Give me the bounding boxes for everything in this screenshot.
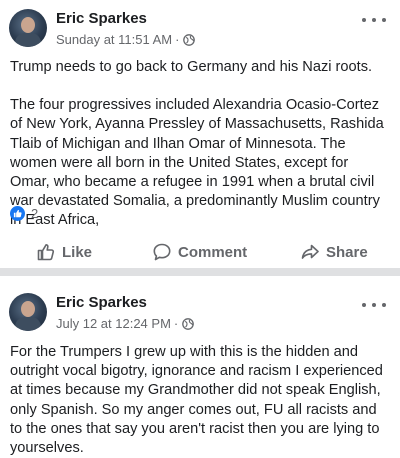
post-timestamp[interactable]: July 12 at 12:24 PM: [56, 316, 171, 331]
like-label: Like: [62, 243, 93, 261]
author-name[interactable]: Eric Sparkes: [56, 294, 147, 311]
more-options-icon[interactable]: [362, 299, 386, 311]
post-text: Trump needs to go back to Germany and hi…: [10, 58, 390, 231]
author-name[interactable]: Eric Sparkes: [56, 10, 147, 27]
author-avatar[interactable]: [9, 9, 47, 47]
post-meta: July 12 at 12:24 PM ·: [56, 316, 195, 331]
comment-button[interactable]: Comment: [152, 236, 247, 268]
post-meta: Sunday at 11:51 AM ·: [56, 32, 196, 47]
post-card: Eric Sparkes Sunday at 11:51 AM · Trump …: [0, 0, 400, 268]
thumbs-up-icon: [37, 244, 55, 261]
reaction-count: 2: [31, 206, 39, 221]
comment-label: Comment: [178, 243, 248, 261]
post-paragraph: For the Trumpers I grew up with this is …: [10, 344, 383, 457]
post-paragraph: Trump needs to go back to Germany and hi…: [10, 59, 373, 75]
meta-separator: ·: [173, 316, 179, 331]
share-label: Share: [326, 243, 368, 261]
like-reaction-icon: [10, 206, 25, 221]
comment-bubble-icon: [153, 243, 171, 261]
globe-icon: [183, 33, 196, 46]
reaction-summary[interactable]: 2: [10, 206, 38, 221]
post-actions: Like Comment Share: [0, 236, 400, 268]
post-divider: [0, 268, 400, 276]
post-paragraph: The four progressives included Alexandri…: [10, 97, 384, 229]
like-button[interactable]: Like: [36, 236, 92, 268]
more-options-icon[interactable]: [362, 14, 386, 26]
post-card: Eric Sparkes July 12 at 12:24 PM · For t…: [0, 276, 400, 456]
globe-icon: [182, 317, 195, 330]
author-avatar[interactable]: [9, 293, 47, 331]
meta-separator: ·: [175, 32, 180, 47]
post-text: For the Trumpers I grew up with this is …: [10, 343, 390, 458]
post-timestamp[interactable]: Sunday at 11:51 AM: [56, 32, 172, 47]
share-button[interactable]: Share: [300, 236, 368, 268]
share-arrow-icon: [301, 244, 319, 259]
